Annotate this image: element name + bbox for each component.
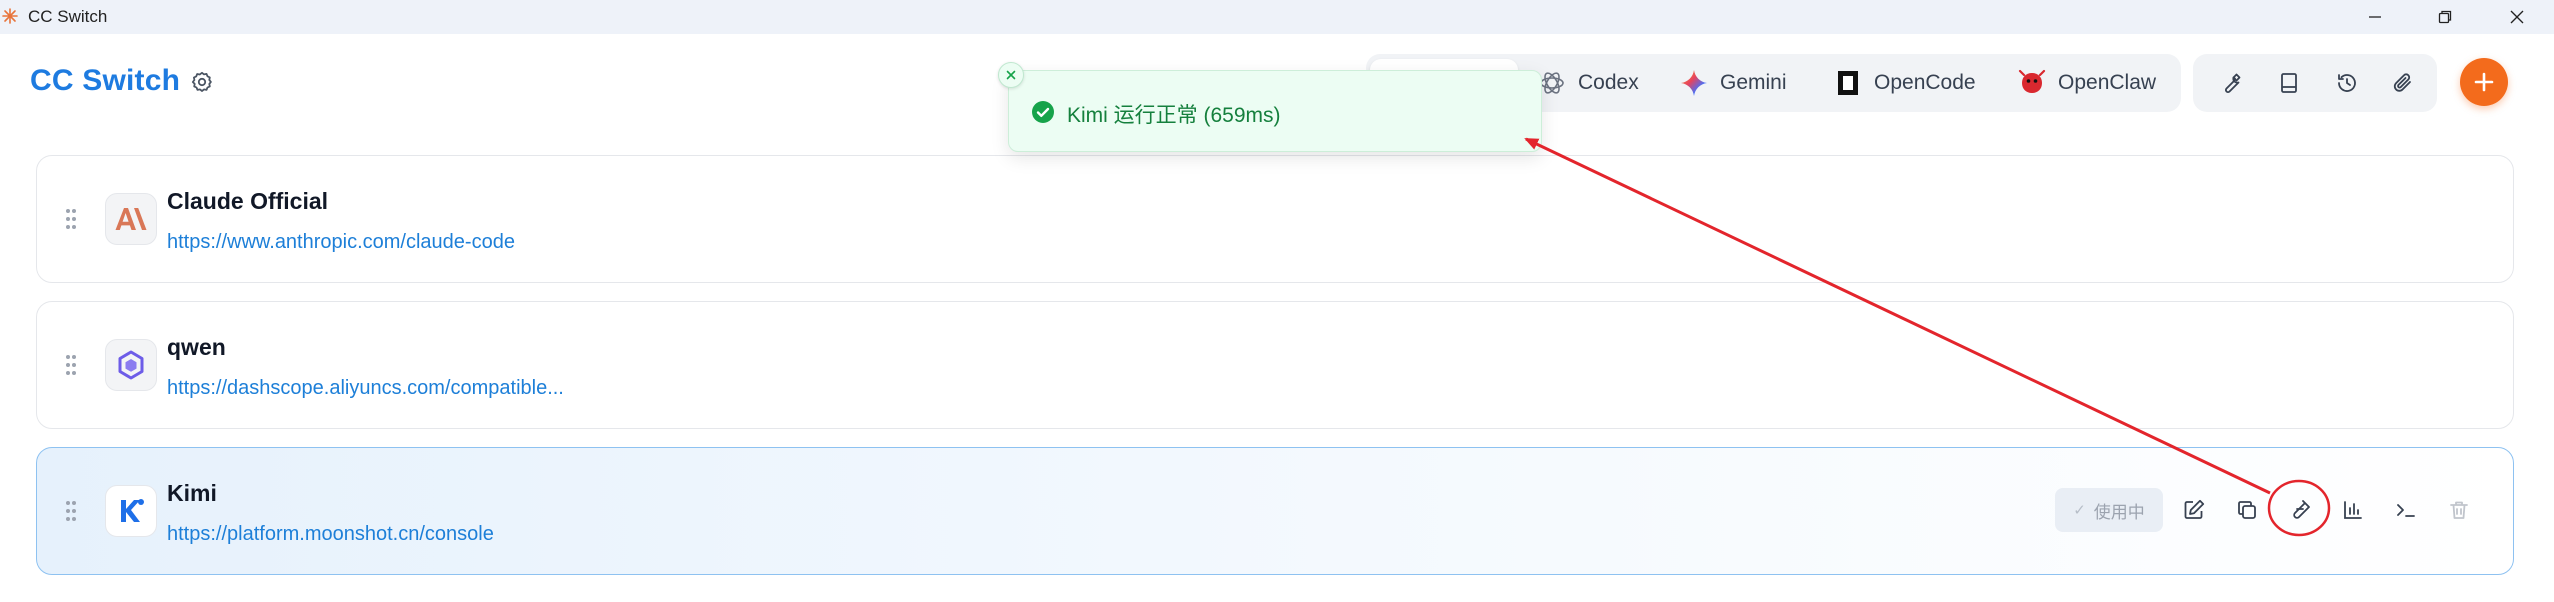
tab-gemini-label: Gemini xyxy=(1720,71,1787,94)
tab-openclaw[interactable]: OpenClaw xyxy=(2018,54,2156,112)
in-use-button[interactable]: ✓ 使用中 xyxy=(2055,488,2163,532)
success-check-icon xyxy=(1032,101,1054,123)
drag-handle-icon[interactable] xyxy=(65,500,77,522)
tab-opencode[interactable]: OpenCode xyxy=(1834,54,1976,112)
usage-button[interactable] xyxy=(2337,494,2369,526)
tab-codex[interactable]: Codex xyxy=(1538,54,1639,112)
tools-button[interactable] xyxy=(2215,67,2247,99)
settings-button[interactable] xyxy=(188,68,216,96)
drag-handle-icon[interactable] xyxy=(65,354,77,376)
title-bar: CC Switch xyxy=(0,0,2554,34)
plus-icon xyxy=(2474,72,2494,92)
close-icon xyxy=(2510,10,2524,24)
wrench-icon xyxy=(2225,73,2241,93)
terminal-button[interactable] xyxy=(2390,494,2422,526)
edit-icon xyxy=(2184,499,2205,519)
edit-button[interactable] xyxy=(2178,494,2210,526)
provider-url[interactable]: https://dashscope.aliyuncs.com/compatibl… xyxy=(167,377,564,400)
anthropic-logo xyxy=(105,193,157,245)
minimize-button[interactable] xyxy=(2340,0,2410,34)
app-brand: CC Switch xyxy=(30,64,181,97)
qwen-logo xyxy=(105,339,157,391)
add-provider-button[interactable] xyxy=(2460,58,2508,106)
drag-handle-icon[interactable] xyxy=(65,208,77,230)
delete-icon xyxy=(2450,501,2468,519)
delete-button[interactable] xyxy=(2443,494,2475,526)
tab-openclaw-label: OpenClaw xyxy=(2058,71,2157,94)
tab-opencode-label: OpenCode xyxy=(1874,71,1976,94)
app-logo-icon xyxy=(2,8,18,24)
close-button[interactable] xyxy=(2482,0,2552,34)
duplicate-icon xyxy=(2238,501,2256,519)
provider-card[interactable]: qwen https://dashscope.aliyuncs.com/comp… xyxy=(36,301,2514,429)
attachment-icon xyxy=(2393,73,2411,92)
tab-gemini[interactable]: Gemini xyxy=(1680,54,1787,112)
openai-icon xyxy=(1538,69,1566,97)
kimi-logo xyxy=(105,485,157,537)
tab-codex-label: Codex xyxy=(1578,71,1639,94)
provider-name: Kimi xyxy=(167,480,217,506)
success-toast: Kimi 运行正常 (659ms) xyxy=(1008,70,1542,152)
minimize-icon xyxy=(2369,16,2381,18)
provider-url[interactable]: https://platform.moonshot.cn/console xyxy=(167,523,494,546)
terminal-icon xyxy=(2397,504,2415,517)
test-button[interactable] xyxy=(2284,494,2316,526)
book-icon xyxy=(2281,73,2297,93)
usage-chart-icon xyxy=(2344,501,2362,519)
toast-message: Kimi 运行正常 (659ms) xyxy=(1067,104,1281,127)
window-title: CC Switch xyxy=(28,7,108,26)
provider-card-active[interactable]: Kimi https://platform.moonshot.cn/consol… xyxy=(36,447,2514,575)
toast-close-button[interactable] xyxy=(998,62,1024,88)
attachment-button[interactable] xyxy=(2387,67,2419,99)
provider-url[interactable]: https://www.anthropic.com/claude-code xyxy=(167,231,515,254)
test-icon xyxy=(2293,500,2310,519)
claw-icon xyxy=(2018,69,2046,97)
tool-bar xyxy=(2193,54,2437,112)
restore-icon xyxy=(2438,10,2452,24)
provider-name: qwen xyxy=(167,334,226,360)
in-use-label: 使用中 xyxy=(2093,502,2145,522)
gemini-icon xyxy=(1680,69,1708,97)
opencode-icon xyxy=(1834,69,1862,97)
history-button[interactable] xyxy=(2331,67,2363,99)
docs-button[interactable] xyxy=(2273,67,2305,99)
gear-icon xyxy=(191,71,212,92)
restore-button[interactable] xyxy=(2410,0,2480,34)
provider-card[interactable]: Claude Official https://www.anthropic.co… xyxy=(36,155,2514,283)
close-icon xyxy=(1006,70,1016,80)
check-icon: ✓ xyxy=(2073,502,2086,519)
history-icon xyxy=(2338,74,2356,92)
provider-name: Claude Official xyxy=(167,188,329,214)
duplicate-button[interactable] xyxy=(2231,494,2263,526)
